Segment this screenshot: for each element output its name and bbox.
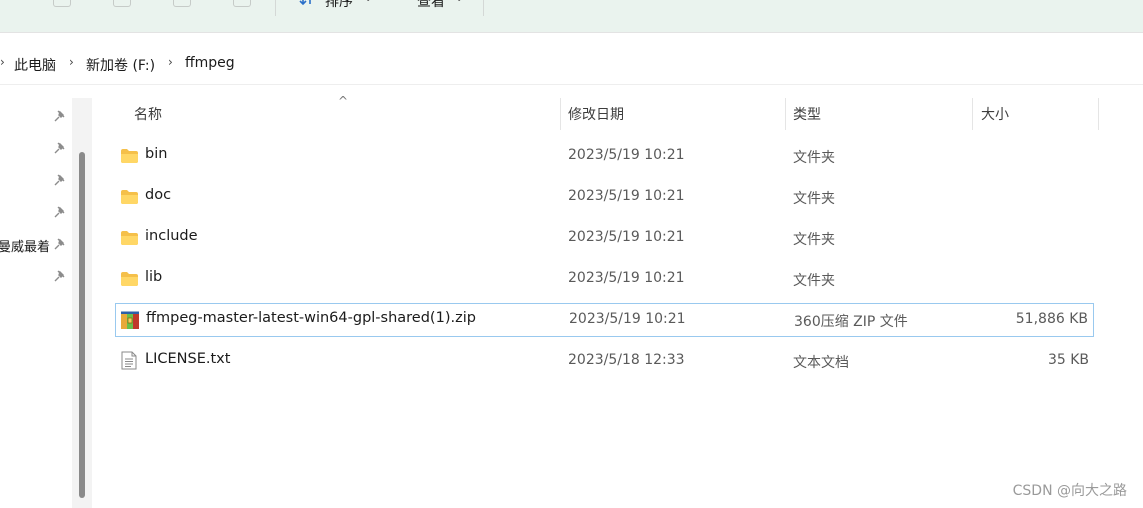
file-name[interactable]: bin [145,146,167,162]
chevron-right-icon[interactable]: › [69,55,74,69]
pin-icon[interactable] [54,174,66,186]
file-size: 35 KB [1047,352,1089,368]
file-name[interactable]: ffmpeg-master-latest-win64-gpl-shared(1)… [146,310,476,326]
copy-icon[interactable] [53,0,71,7]
file-modified: 2023/5/19 10:21 [568,270,685,286]
file-row[interactable]: include 2023/5/19 10:21 文件夹 [115,221,1094,255]
zip-archive-icon [121,311,139,329]
file-row-selected[interactable]: ffmpeg-master-latest-win64-gpl-shared(1)… [115,303,1094,337]
share-icon[interactable] [173,0,191,7]
breadcrumb-this-pc[interactable]: 此电脑 [14,55,56,75]
view-button[interactable]: 查看 [417,0,445,11]
nav-scrollbar-thumb[interactable] [79,152,85,498]
file-name[interactable]: include [145,228,198,244]
folder-icon [121,190,138,204]
watermark: CSDN @向大之路 [1012,483,1127,499]
file-row[interactable]: doc 2023/5/19 10:21 文件夹 [115,180,1094,214]
column-header-type[interactable]: 类型 [793,104,821,124]
file-size: 51,886 KB [1015,311,1088,327]
breadcrumb-drive-f[interactable]: 新加卷 (F:) [86,55,155,75]
pin-icon[interactable] [54,206,66,218]
chevron-down-icon: ⌄ [364,0,372,4]
pin-icon[interactable] [54,270,66,282]
file-row[interactable]: lib 2023/5/19 10:21 文件夹 [115,262,1094,296]
breadcrumb: › 此电脑 › 新加卷 (F:) › ffmpeg [0,44,1143,85]
file-modified: 2023/5/19 10:21 [568,229,685,245]
delete-icon[interactable] [233,0,251,7]
sort-ascending-icon: ^ [338,94,349,108]
sort-button[interactable]: 排序 [325,0,353,11]
file-row[interactable]: LICENSE.txt 2023/5/18 12:33 文本文档 35 KB [115,344,1094,378]
file-modified: 2023/5/19 10:21 [569,311,686,327]
column-header-size[interactable]: 大小 [981,104,1009,124]
chevron-down-icon: ⌄ [455,0,463,4]
sort-icon[interactable] [299,0,315,6]
folder-icon [121,231,138,245]
paste-icon[interactable] [113,0,131,7]
file-type: 360压缩 ZIP 文件 [794,314,908,330]
pin-icon[interactable] [54,110,66,122]
file-modified: 2023/5/19 10:21 [568,188,685,204]
file-type: 文本文档 [793,355,849,371]
file-list: ^ 名称 修改日期 类型 大小 bin 2023/5/19 10:21 文件夹 … [92,90,1143,508]
file-type: 文件夹 [793,273,835,289]
column-divider[interactable] [972,98,973,130]
column-divider[interactable] [560,98,561,130]
toolbar-divider [275,0,276,16]
pin-icon[interactable] [54,142,66,154]
file-type: 文件夹 [793,191,835,207]
folder-icon [121,272,138,286]
navigation-pane: 曼威最着 [0,90,92,508]
pin-icon[interactable] [54,238,66,250]
command-bar: 排序 ⌄ 查看 ⌄ ··· [0,0,1143,33]
column-header-name[interactable]: 名称 [134,104,162,124]
toolbar-divider [483,0,484,16]
chevron-right-icon[interactable]: › [0,55,5,69]
file-row[interactable]: bin 2023/5/19 10:21 文件夹 [115,139,1094,173]
breadcrumb-ffmpeg[interactable]: ffmpeg [185,55,235,71]
folder-icon [121,149,138,163]
file-name[interactable]: doc [145,187,171,203]
more-options-button[interactable]: ··· [503,0,527,7]
file-name[interactable]: LICENSE.txt [145,351,230,367]
file-modified: 2023/5/18 12:33 [568,352,685,368]
chevron-right-icon[interactable]: › [168,55,173,69]
column-header-modified[interactable]: 修改日期 [568,104,624,124]
quick-access-item[interactable]: 曼威最着 [0,236,50,255]
column-divider[interactable] [1098,98,1099,130]
file-type: 文件夹 [793,232,835,248]
column-divider[interactable] [785,98,786,130]
file-name[interactable]: lib [145,269,162,285]
text-file-icon [121,351,137,370]
file-type: 文件夹 [793,150,835,166]
file-modified: 2023/5/19 10:21 [568,147,685,163]
